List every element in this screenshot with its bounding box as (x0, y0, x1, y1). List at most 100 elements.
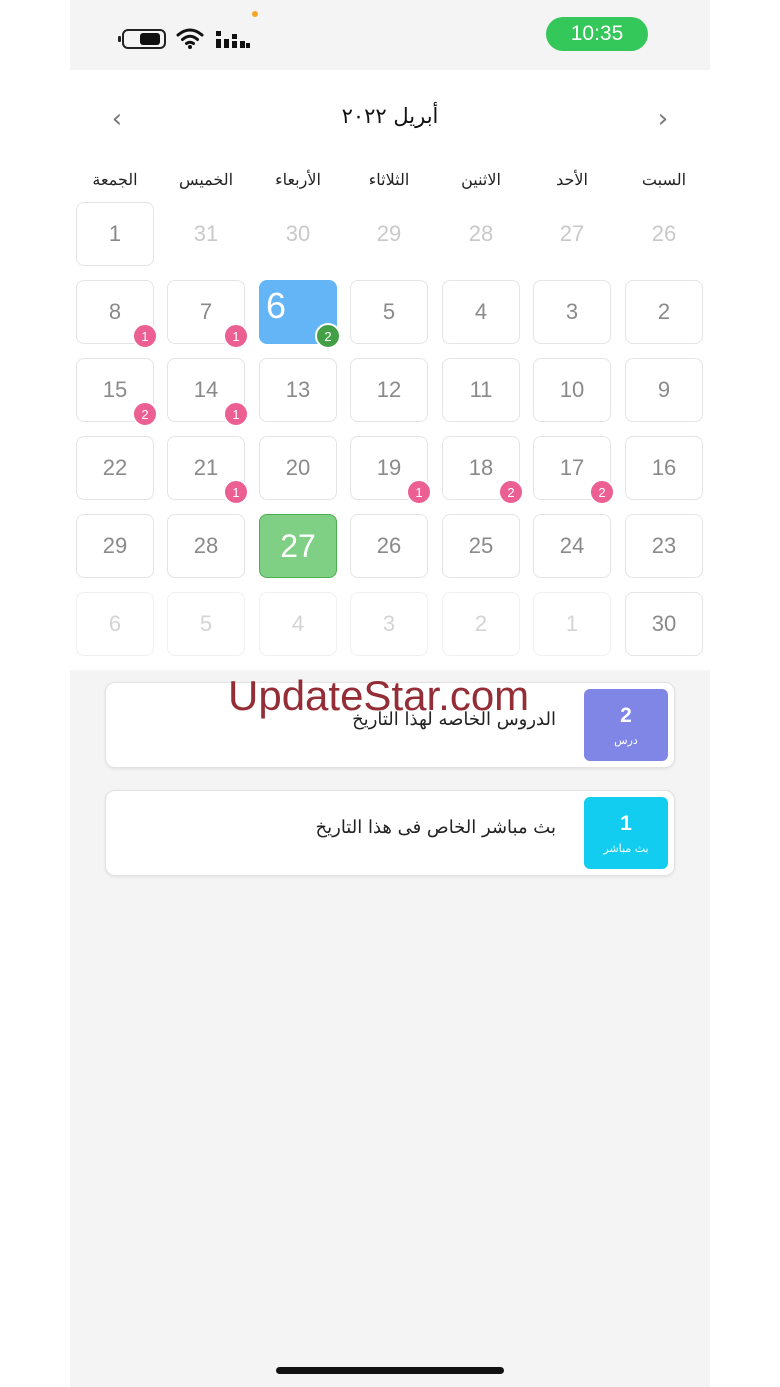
day-number: 18 (468, 455, 494, 480)
chevron-right-icon: › (657, 104, 669, 134)
event-count-badge: 1 (223, 401, 249, 427)
day-number: 21 (193, 455, 219, 480)
event-count-badge: 1 (406, 479, 432, 505)
event-count-badge: 1 (132, 323, 158, 349)
calendar-day[interactable]: 30 (625, 592, 703, 656)
day-number: 4 (291, 611, 305, 636)
day-number: 1 (108, 221, 122, 246)
live-stream-card[interactable]: بث مباشر الخاص فى هذا التاريخ 1 بث مباشر (105, 790, 675, 876)
lessons-count-tile: 2 درس (584, 689, 668, 761)
calendar-day[interactable]: 20 (259, 436, 337, 500)
event-count-badge: 2 (589, 479, 615, 505)
calendar-day[interactable]: 29 (76, 514, 154, 578)
calendar-day[interactable]: 4 (442, 280, 520, 344)
day-number: 22 (102, 455, 128, 480)
event-count-badge: 1 (223, 323, 249, 349)
calendar-day[interactable]: 1 (76, 202, 154, 266)
calendar-day[interactable]: 13 (259, 358, 337, 422)
status-time: 10:35 (546, 17, 648, 51)
calendar-day[interactable]: 31 (167, 202, 245, 266)
day-number: 12 (376, 377, 402, 402)
live-stream-count: 1 (620, 811, 632, 835)
calendar-day[interactable]: 16 (625, 436, 703, 500)
day-number: 28 (193, 533, 219, 558)
calendar-day[interactable]: 29 (350, 202, 428, 266)
signal-icon (216, 31, 250, 48)
calendar-day[interactable]: 25 (442, 514, 520, 578)
calendar-day[interactable]: 9 (625, 358, 703, 422)
calendar-day[interactable]: 28 (167, 514, 245, 578)
day-number: 8 (108, 299, 122, 324)
day-number: 1 (565, 611, 579, 636)
weekday-label: السبت (641, 170, 687, 189)
event-count-badge: 2 (498, 479, 524, 505)
day-number: 3 (565, 299, 579, 324)
day-number: 3 (382, 611, 396, 636)
day-number: 2 (657, 299, 671, 324)
day-number: 27 (559, 221, 585, 246)
calendar-day[interactable]: 12 (350, 358, 428, 422)
day-number: 27 (280, 527, 316, 564)
day-number: 10 (559, 377, 585, 402)
calendar: ‹ أبريل ٢٠٢٢ › الجمعة الخميس الأربعاء ال… (70, 70, 710, 670)
calendar-day[interactable]: 5 (350, 280, 428, 344)
day-number: 6 (108, 611, 122, 636)
calendar-day[interactable]: 28 (442, 202, 520, 266)
day-number: 30 (285, 221, 311, 246)
day-number: 11 (469, 377, 493, 402)
calendar-day[interactable]: 26 (350, 514, 428, 578)
calendar-day[interactable]: 26 (625, 202, 703, 266)
day-number: 16 (651, 455, 677, 480)
calendar-day[interactable]: 24 (533, 514, 611, 578)
calendar-day[interactable]: 22 (76, 436, 154, 500)
day-number: 13 (285, 377, 311, 402)
calendar-day[interactable]: 2 (625, 280, 703, 344)
day-number: 15 (102, 377, 128, 402)
day-number: 25 (468, 533, 494, 558)
day-number: 5 (199, 611, 213, 636)
battery-icon (118, 29, 166, 49)
calendar-day[interactable]: 4 (259, 592, 337, 656)
day-number: 31 (193, 221, 219, 246)
weekday-header: الجمعة الخميس الأربعاء الثلاثاء الاثنين … (70, 170, 710, 196)
day-number: 6 (266, 285, 287, 326)
day-number: 5 (382, 299, 396, 324)
day-number: 30 (651, 611, 677, 636)
weekday-label: الاثنين (461, 170, 501, 189)
calendar-day[interactable]: 1 (533, 592, 611, 656)
calendar-day[interactable]: 23 (625, 514, 703, 578)
day-number: 29 (102, 533, 128, 558)
calendar-day[interactable]: 27 (533, 202, 611, 266)
calendar-day[interactable]: 10 (533, 358, 611, 422)
day-number: 17 (559, 455, 585, 480)
calendar-day[interactable]: 30 (259, 202, 337, 266)
watermark: UpdateStar.com (228, 672, 530, 719)
previous-month-button[interactable]: ‹ (102, 104, 132, 134)
calendar-day[interactable]: 11 (442, 358, 520, 422)
day-number: 28 (468, 221, 494, 246)
day-number: 14 (193, 377, 219, 402)
day-number: 7 (199, 299, 213, 324)
calendar-day[interactable]: 3 (350, 592, 428, 656)
home-indicator[interactable] (276, 1367, 504, 1374)
day-number: 2 (474, 611, 488, 636)
wifi-icon (176, 28, 204, 49)
day-number: 24 (559, 533, 585, 558)
status-bar: 10:35 (70, 0, 710, 70)
lessons-label: درس (614, 733, 638, 747)
calendar-day[interactable]: 5 (167, 592, 245, 656)
next-month-button[interactable]: › (648, 104, 678, 134)
event-count-badge: 2 (315, 323, 341, 349)
calendar-grid: 1 31 30 29 28 27 26 8 1 7 1 6 2 5 4 3 2 15 2 14 1 13 12 11 10 9 22… (70, 202, 710, 672)
calendar-day[interactable]: 27 (259, 514, 337, 578)
weekday-label: الأحد (556, 170, 588, 189)
event-count-badge: 2 (132, 401, 158, 427)
day-number: 26 (651, 221, 677, 246)
calendar-day[interactable]: 2 (442, 592, 520, 656)
day-number: 26 (376, 533, 402, 558)
lessons-count: 2 (620, 703, 632, 727)
calendar-day[interactable]: 6 (76, 592, 154, 656)
calendar-day[interactable]: 3 (533, 280, 611, 344)
day-number: 29 (376, 221, 402, 246)
weekday-label: الأربعاء (275, 170, 321, 189)
